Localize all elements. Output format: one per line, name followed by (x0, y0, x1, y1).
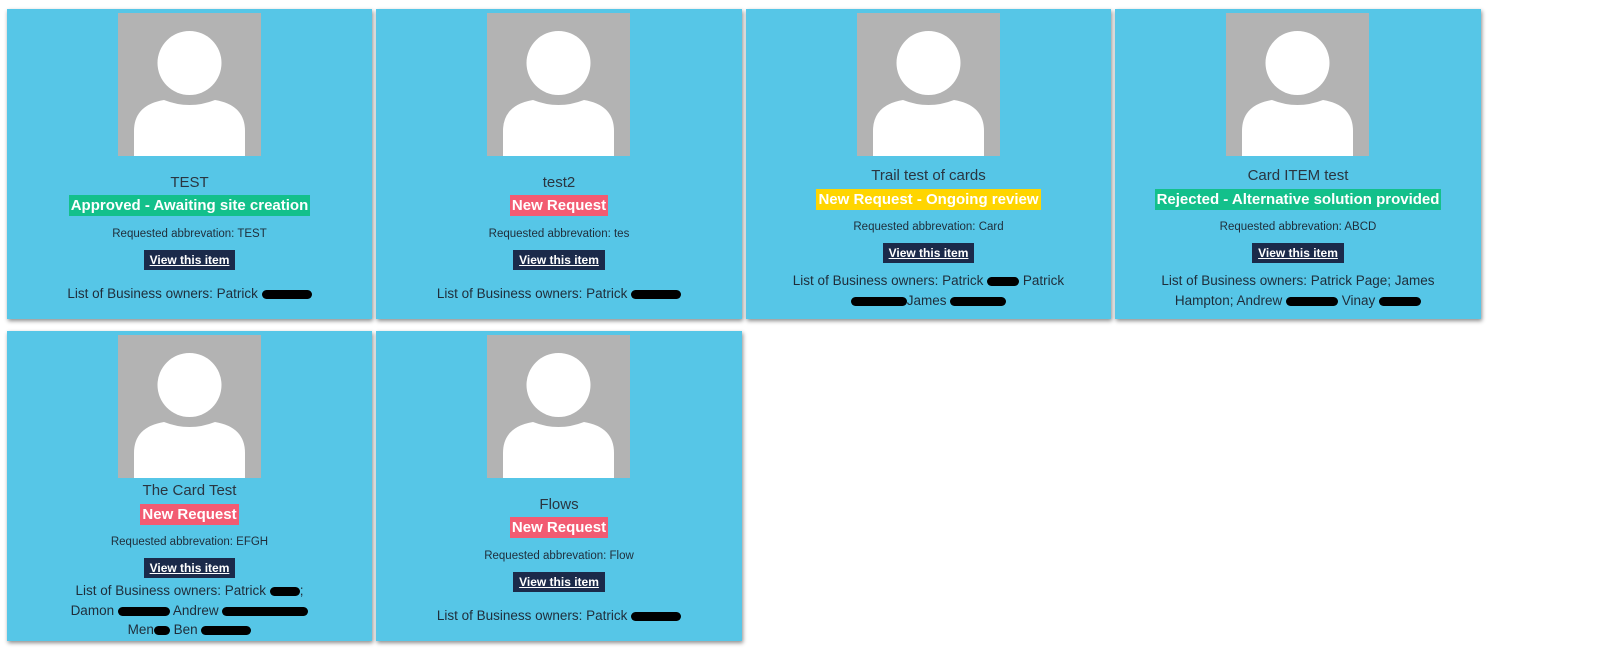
status-badge: Approved - Awaiting site creation (68, 195, 311, 216)
status-badge: New Request (509, 517, 609, 538)
view-item-button[interactable]: View this item (143, 250, 236, 270)
redaction-mark (987, 277, 1020, 286)
person-placeholder-icon (117, 335, 261, 478)
redaction-mark (631, 290, 682, 299)
business-owners: List of Business owners: Patrick Page; J… (1161, 273, 1435, 308)
card-title: test2 (542, 174, 576, 191)
avatar (487, 335, 630, 478)
view-item-button[interactable]: View this item (513, 250, 605, 270)
view-item-button[interactable]: View this item (1252, 243, 1344, 263)
card-title: Card ITEM test (1247, 167, 1349, 184)
redaction-mark (261, 290, 312, 299)
redaction-mark (117, 606, 170, 616)
redaction-mark (950, 296, 1007, 306)
status-badge: New Request (140, 504, 239, 525)
request-card: Card ITEM test Rejected - Alternative so… (1115, 9, 1481, 319)
status-badge: Rejected - Alternative solution provided (1154, 189, 1442, 210)
requested-abbreviation: Requested abbrevation: TEST (112, 228, 267, 240)
redaction-mark (850, 296, 907, 306)
requested-abbreviation: Requested abbrevation: Card (853, 221, 1004, 233)
business-owners: List of Business owners: Patrick (376, 606, 742, 626)
requested-abbreviation: Requested abbrevation: tes (488, 228, 630, 240)
card-title: TEST (170, 174, 209, 191)
business-owners: List of Business owners: Patrick ; Damon… (7, 581, 372, 640)
request-card: TEST Approved - Awaiting site creation R… (7, 9, 372, 319)
person-placeholder-icon (487, 13, 630, 156)
redaction-mark (222, 606, 309, 616)
requested-abbreviation: Requested abbrevation: Flow (484, 550, 634, 562)
business-owners: List of Business owners: Patrick (376, 284, 742, 304)
person-placeholder-icon (117, 13, 261, 156)
view-item-button[interactable]: View this item (513, 572, 605, 592)
status-badge: New Request - Ongoing review (816, 189, 1041, 210)
avatar (487, 13, 630, 156)
request-card: test2 New Request Requested abbrevation:… (376, 9, 742, 319)
card-title: Trail test of cards (871, 167, 986, 184)
person-placeholder-icon (856, 13, 1000, 156)
redaction-mark (1379, 296, 1422, 306)
business-owners: List of Business owners: Patrick (7, 284, 372, 304)
card-gallery: TEST Approved - Awaiting site creation R… (0, 0, 1622, 669)
redaction-mark (153, 626, 170, 635)
business-owners: List of Business owners: Patrick Patrick… (792, 273, 1065, 308)
status-badge: New Request (509, 195, 609, 216)
view-item-button[interactable]: View this item (882, 243, 975, 263)
card-title: Flows (539, 496, 579, 513)
avatar (1226, 13, 1369, 156)
redaction-mark (269, 587, 300, 596)
request-card: The Card Test New Request Requested abbr… (7, 331, 372, 641)
person-placeholder-icon (487, 335, 630, 478)
request-card: Trail test of cards New Request - Ongoin… (746, 9, 1111, 319)
redaction-mark (1286, 296, 1338, 306)
avatar (117, 13, 261, 156)
requested-abbreviation: Requested abbrevation: ABCD (1219, 221, 1377, 233)
view-item-button[interactable]: View this item (143, 558, 236, 578)
redaction-mark (631, 612, 682, 621)
person-placeholder-icon (1226, 13, 1369, 156)
request-card: Flows New Request Requested abbrevation:… (376, 331, 742, 641)
redaction-mark (201, 626, 252, 635)
avatar (117, 335, 261, 478)
requested-abbreviation: Requested abbrevation: EFGH (110, 536, 269, 548)
card-title: The Card Test (142, 482, 237, 499)
avatar (856, 13, 1000, 156)
